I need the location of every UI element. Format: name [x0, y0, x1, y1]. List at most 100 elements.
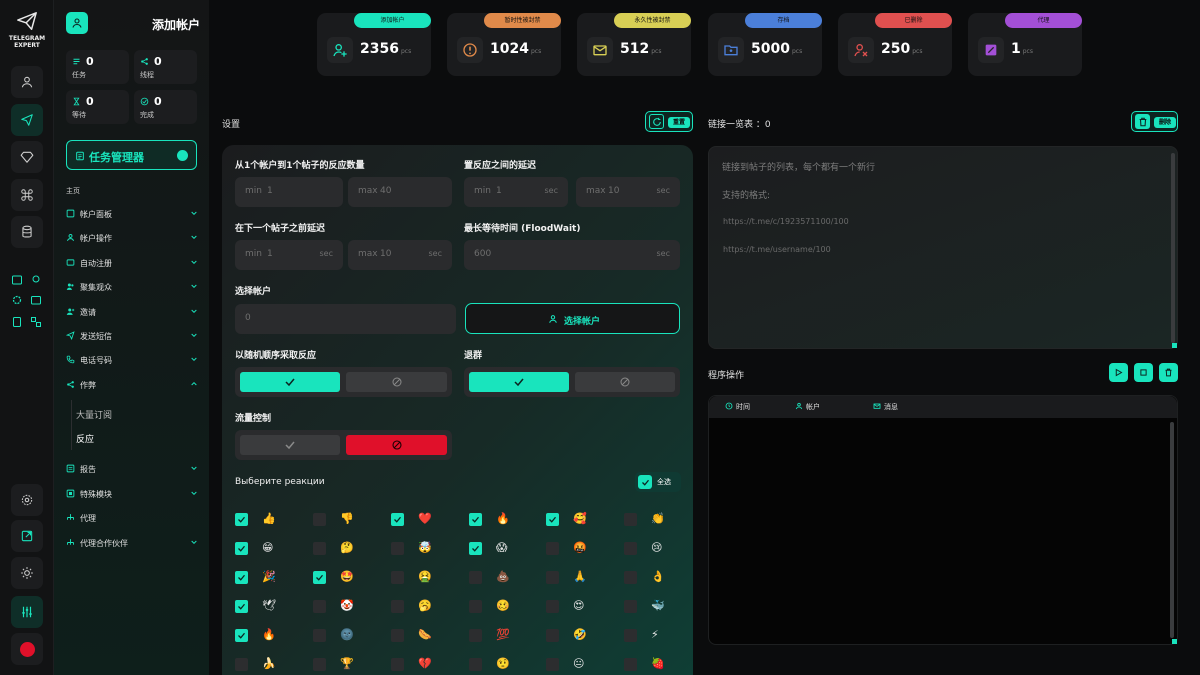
reaction-checkbox[interactable]	[469, 513, 482, 526]
delete-links-button[interactable]: 删除	[1131, 111, 1178, 132]
stop-button[interactable]	[1134, 363, 1153, 382]
toggle-off[interactable]	[575, 372, 675, 392]
reaction-checkbox[interactable]	[313, 542, 326, 555]
reaction-item[interactable]: 🔥	[469, 510, 541, 530]
reaction-item[interactable]: 🥴	[469, 597, 541, 617]
reaction-checkbox[interactable]	[391, 600, 404, 613]
reaction-checkbox[interactable]	[391, 571, 404, 584]
reset-button[interactable]: 重置	[645, 111, 693, 132]
post-delay-min-input[interactable]: min 1 sec	[235, 240, 343, 270]
reaction-checkbox[interactable]	[313, 600, 326, 613]
menu-gather-audience[interactable]: 聚集观众	[66, 280, 198, 294]
reaction-item[interactable]: 🙏	[546, 568, 618, 588]
rail-theme-button[interactable]	[11, 557, 43, 589]
post-delay-max-input[interactable]: max 10 sec	[348, 240, 452, 270]
reaction-checkbox[interactable]	[624, 629, 637, 642]
reaction-item[interactable]: 💔	[391, 655, 463, 675]
reaction-checkbox[interactable]	[313, 658, 326, 671]
leave-group-toggle[interactable]	[464, 367, 680, 397]
reaction-item[interactable]: 🌚	[313, 626, 385, 646]
reaction-item[interactable]: 👏	[624, 510, 696, 530]
reaction-item[interactable]: 💯	[469, 626, 541, 646]
reaction-checkbox[interactable]	[391, 629, 404, 642]
submenu-mass-subscribe[interactable]: 大量订阅	[76, 408, 112, 421]
rail-command-button[interactable]	[11, 179, 43, 211]
reaction-item[interactable]: 😱	[469, 539, 541, 559]
reaction-item[interactable]: ⚡	[624, 626, 696, 646]
reaction-checkbox[interactable]	[469, 542, 482, 555]
reaction-item[interactable]: 🐳	[624, 597, 696, 617]
scrollbar[interactable]	[1170, 422, 1174, 638]
reaction-item[interactable]: 🍌	[235, 655, 307, 675]
reaction-checkbox[interactable]	[235, 571, 248, 584]
reaction-item[interactable]: 🤔	[313, 539, 385, 559]
reaction-checkbox[interactable]	[546, 571, 559, 584]
reaction-item[interactable]: 🥱	[391, 597, 463, 617]
menu-account-actions[interactable]: 帐户操作	[66, 231, 198, 245]
reaction-item[interactable]: 🥰	[546, 510, 618, 530]
grid-icon[interactable]	[30, 316, 42, 328]
location-icon[interactable]	[30, 274, 42, 286]
reaction-checkbox[interactable]	[469, 658, 482, 671]
menu-invite[interactable]: 邀请	[66, 305, 198, 319]
play-button[interactable]	[1109, 363, 1128, 382]
menu-proxy-partners[interactable]: 代理合作伙伴	[66, 536, 198, 550]
reaction-checkbox[interactable]	[546, 513, 559, 526]
resize-handle[interactable]	[1172, 639, 1177, 644]
reaction-checkbox[interactable]	[546, 629, 559, 642]
reaction-checkbox[interactable]	[235, 542, 248, 555]
menu-phone-numbers[interactable]: 电话号码	[66, 353, 198, 367]
reaction-checkbox[interactable]	[391, 542, 404, 555]
reaction-checkbox[interactable]	[313, 571, 326, 584]
reaction-item[interactable]: 👎	[313, 510, 385, 530]
toggle-on[interactable]	[240, 372, 340, 392]
reactions-max-input[interactable]: max 40	[348, 177, 452, 207]
reaction-checkbox[interactable]	[624, 600, 637, 613]
reaction-item[interactable]: 🤯	[391, 539, 463, 559]
reaction-item[interactable]: 🤨	[469, 655, 541, 675]
reaction-item[interactable]: 😍	[546, 597, 618, 617]
menu-cheat[interactable]: 作弊	[66, 378, 198, 392]
rail-diamond-button[interactable]	[11, 141, 43, 173]
tools-icon[interactable]	[11, 274, 23, 286]
menu-auto-register[interactable]: 自动注册	[66, 256, 198, 270]
reaction-item[interactable]: 🤬	[546, 539, 618, 559]
reaction-checkbox[interactable]	[624, 658, 637, 671]
select-all-button[interactable]: 全选	[635, 472, 681, 492]
reaction-item[interactable]: 😁	[235, 539, 307, 559]
clear-log-button[interactable]	[1159, 363, 1178, 382]
reaction-item[interactable]: ❤️	[391, 510, 463, 530]
toggle-off[interactable]	[346, 372, 447, 392]
reaction-item[interactable]: 🌭	[391, 626, 463, 646]
rail-equalizer-button[interactable]	[11, 596, 43, 628]
reaction-checkbox[interactable]	[624, 571, 637, 584]
menu-reports[interactable]: 报告	[66, 462, 198, 476]
links-textarea[interactable]: 链接到帖子的列表，每个都有一个新行 支持的格式: https://t.me/c/…	[708, 146, 1178, 349]
reaction-checkbox[interactable]	[235, 600, 248, 613]
reaction-checkbox[interactable]	[624, 513, 637, 526]
rail-record-button[interactable]	[11, 633, 43, 665]
reaction-item[interactable]: 😢	[624, 539, 696, 559]
select-account-button[interactable]: 选择帐户	[465, 303, 680, 334]
toggle-on[interactable]	[469, 372, 569, 392]
rail-user-button[interactable]	[11, 66, 43, 98]
reaction-checkbox[interactable]	[313, 513, 326, 526]
reaction-item[interactable]: 🍓	[624, 655, 696, 675]
floodwait-input[interactable]: 600 sec	[464, 240, 680, 270]
reaction-item[interactable]: 🔥	[235, 626, 307, 646]
reaction-checkbox[interactable]	[235, 629, 248, 642]
reaction-checkbox[interactable]	[624, 542, 637, 555]
rail-settings-button[interactable]	[11, 484, 43, 516]
reaction-checkbox[interactable]	[235, 513, 248, 526]
reaction-item[interactable]: 🤮	[391, 568, 463, 588]
reaction-checkbox[interactable]	[235, 658, 248, 671]
reaction-item[interactable]: 🤩	[313, 568, 385, 588]
menu-proxy[interactable]: 代理	[66, 511, 198, 525]
reactions-min-input[interactable]: min 1	[235, 177, 343, 207]
reaction-checkbox[interactable]	[546, 658, 559, 671]
reaction-item[interactable]: 🤡	[313, 597, 385, 617]
toggle-on[interactable]	[240, 435, 340, 455]
toggle-off[interactable]	[346, 435, 447, 455]
reaction-item[interactable]: 🎉	[235, 568, 307, 588]
rail-database-button[interactable]	[11, 216, 43, 248]
